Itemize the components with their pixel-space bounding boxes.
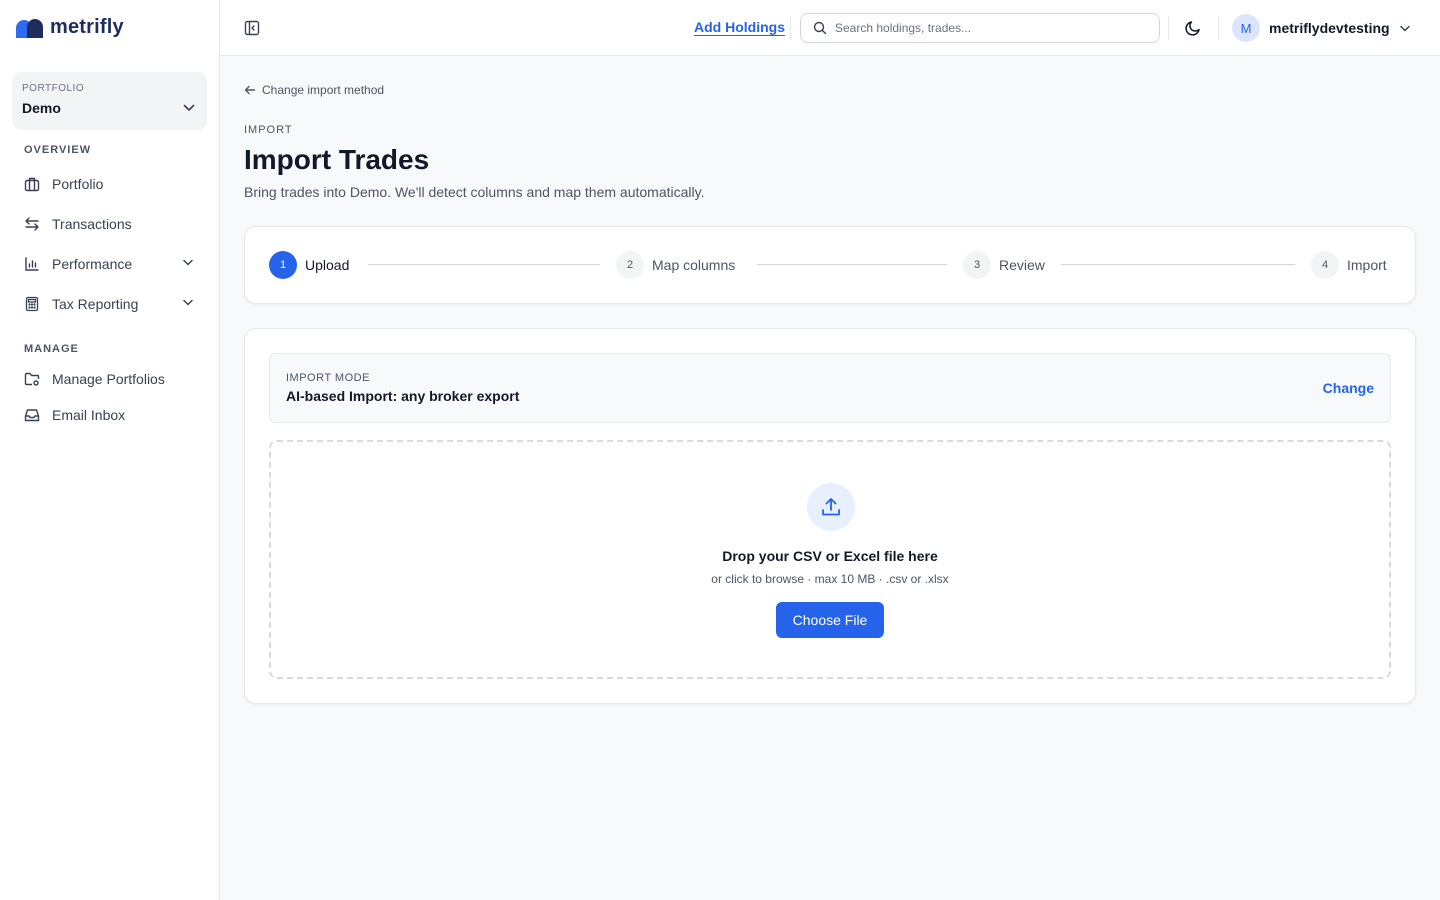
logo-mark-icon [16,18,46,38]
header-divider [1168,16,1169,40]
step-number: 4 [1311,251,1339,279]
header-divider [1218,16,1219,40]
inbox-icon [24,407,40,423]
moon-icon[interactable] [1184,19,1202,37]
page-subtitle: Bring trades into Demo. We'll detect col… [244,184,705,200]
manage-section-label: MANAGE [24,343,79,355]
sidebar-item-portfolio[interactable]: Portfolio [12,166,207,202]
step-connector [1061,264,1295,265]
back-link-label: Change import method [262,83,385,97]
step-number: 1 [269,251,297,279]
sidebar-toggle-icon[interactable] [242,18,262,38]
step-import: 4 Import [1311,251,1387,279]
portfolio-selector-value: Demo [22,100,61,116]
step-upload: 1 Upload [269,251,349,279]
sidebar-item-label: Transactions [52,216,132,232]
change-import-mode-button[interactable]: Change [1323,380,1374,396]
chevron-down-icon [183,104,195,112]
step-label: Import [1347,257,1387,273]
step-label: Upload [305,257,350,273]
chevron-down-icon [183,259,193,266]
step-label: Review [999,257,1045,273]
step-review: 3 Review [963,251,1045,279]
top-header: Add Holdings M metriflydevtesting [220,0,1440,56]
choose-file-button[interactable]: Choose File [776,602,884,638]
overview-section-label: OVERVIEW [24,144,92,156]
import-mode-panel: IMPORT MODE AI-based Import: any broker … [269,353,1391,423]
upload-card: IMPORT MODE AI-based Import: any broker … [244,328,1416,704]
bar-chart-icon [24,256,40,272]
upload-icon [807,483,855,531]
file-dropzone[interactable]: Drop your CSV or Excel file here or clic… [269,440,1391,679]
calculator-icon [24,296,40,312]
portfolio-selector-label: PORTFOLIO [22,83,85,94]
sidebar-item-tax-reporting[interactable]: Tax Reporting [12,286,207,322]
sidebar-item-performance[interactable]: Performance [12,246,207,282]
step-number: 2 [616,251,644,279]
user-menu[interactable]: M metriflydevtesting [1232,14,1410,42]
search-bar[interactable] [800,13,1160,43]
sidebar-item-email-inbox[interactable]: Email Inbox [12,397,207,433]
sidebar-item-label: Performance [52,256,133,272]
sidebar-item-label: Manage Portfolios [52,371,165,387]
change-import-method-link[interactable]: Change import method [244,83,384,97]
add-holdings-link[interactable]: Add Holdings [694,19,785,35]
briefcase-icon [24,176,40,192]
import-mode-value: AI-based Import: any broker export [286,388,520,404]
sidebar-item-label: Portfolio [52,176,104,192]
portfolio-selector[interactable]: PORTFOLIO Demo [12,72,207,130]
import-stepper: 1 Upload 2 Map columns 3 Review 4 Import [244,226,1416,304]
sidebar-item-manage-portfolios[interactable]: Manage Portfolios [12,361,207,397]
step-number: 3 [963,251,991,279]
page-eyebrow: IMPORT [244,124,293,136]
sidebar: metrifly PORTFOLIO Demo OVERVIEW Portfol… [0,0,220,900]
dropzone-title: Drop your CSV or Excel file here [722,548,938,564]
step-connector [757,264,947,265]
chevron-down-icon [1399,25,1410,32]
chevron-down-icon [183,299,193,306]
avatar: M [1232,14,1260,42]
search-input[interactable] [835,21,1145,35]
arrow-left-icon [244,84,256,96]
sidebar-item-transactions[interactable]: Transactions [12,206,207,242]
step-label: Map columns [652,257,736,273]
arrows-swap-icon [24,216,40,232]
username: metriflydevtesting [1269,20,1390,36]
folder-settings-icon [24,371,40,387]
step-map-columns: 2 Map columns [616,251,735,279]
dropzone-hint: or click to browse · max 10 MB · .csv or… [711,572,949,586]
logo-text: metrifly [50,16,124,38]
import-mode-label: IMPORT MODE [286,372,370,384]
search-icon [813,21,827,35]
sidebar-item-label: Tax Reporting [52,296,139,312]
logo[interactable]: metrifly [16,16,124,39]
step-connector [368,264,600,265]
page-title: Import Trades [244,144,430,175]
header-divider [790,16,791,40]
sidebar-item-label: Email Inbox [52,407,126,423]
